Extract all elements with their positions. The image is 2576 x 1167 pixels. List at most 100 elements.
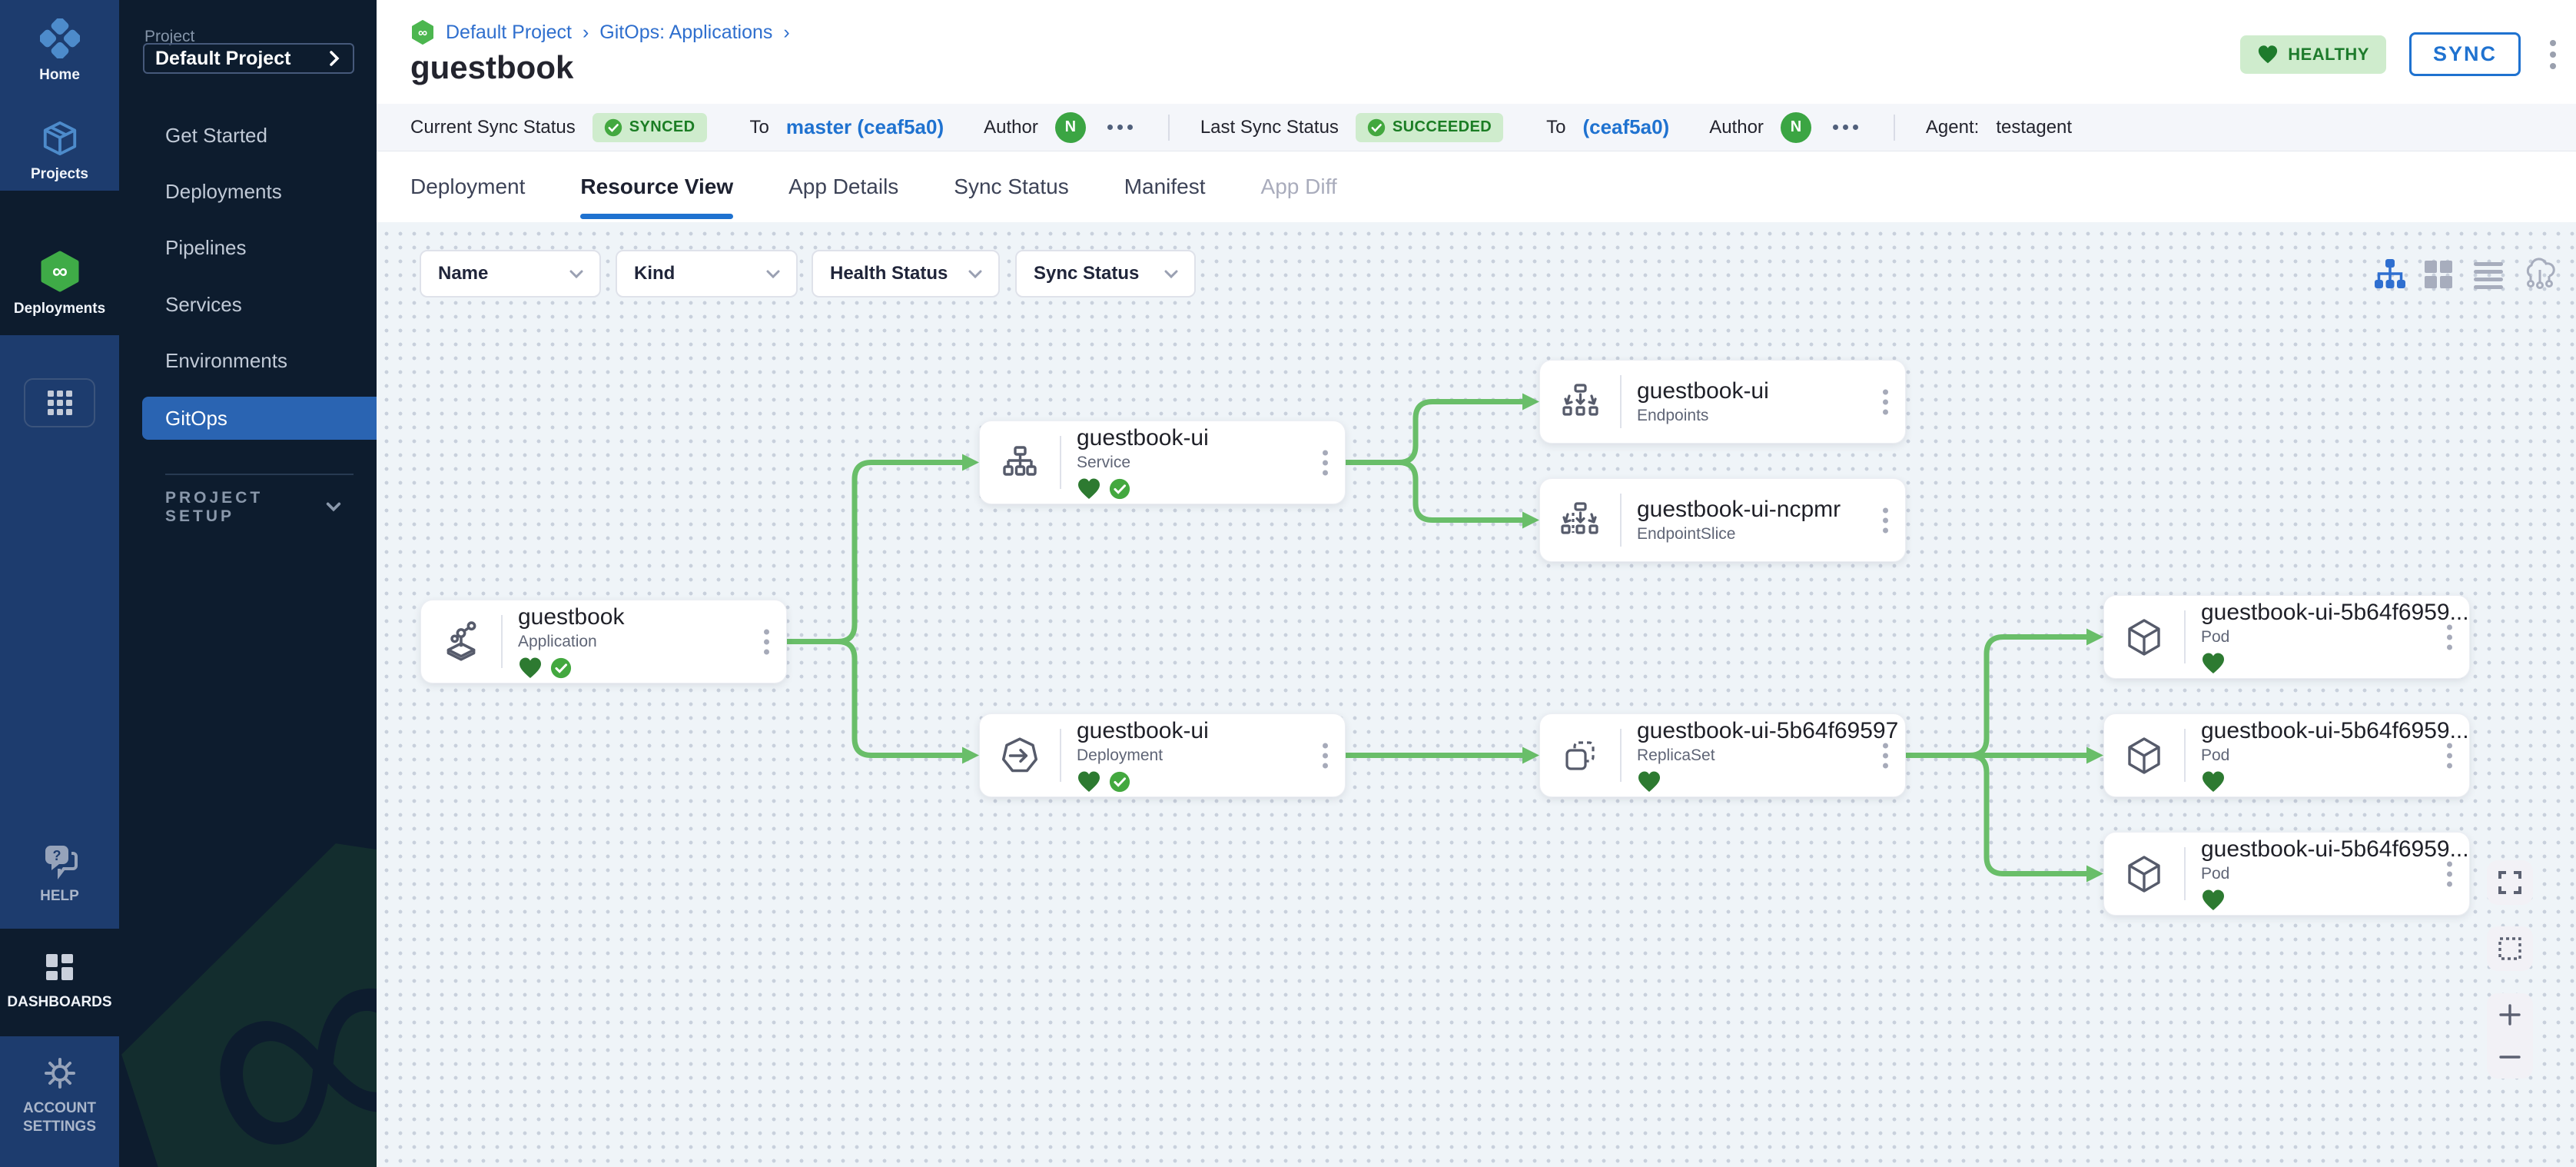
tab-app-details[interactable]: App Details [788, 151, 898, 222]
node-pod-2[interactable]: guestbook-ui-5b64f6959... Pod [2103, 713, 2470, 797]
node-menu-kebab[interactable] [2442, 738, 2457, 773]
node-title: guestbook-ui-5b64f6959... [2201, 836, 2469, 862]
rail-item-deployments[interactable]: ∞ Deployments [0, 251, 119, 318]
sidebar-item-deployments[interactable]: Deployments [119, 170, 377, 213]
node-menu-kebab[interactable] [1318, 445, 1333, 480]
node-kind: Pod [2201, 865, 2469, 883]
breadcrumb-link-gitops-applications[interactable]: GitOps: Applications [599, 22, 772, 44]
project-selector-value: Default Project [155, 48, 290, 70]
main-content: ∞ Default Project › GitOps: Applications… [377, 0, 2576, 1167]
rail-item-help[interactable]: ? HELP [0, 843, 119, 906]
health-status-label: HEALTHY [2288, 45, 2369, 65]
author-avatar[interactable]: N [1781, 112, 1811, 143]
sync-button[interactable]: SYNC [2409, 32, 2521, 76]
last-sync-status-text: SUCCEEDED [1393, 118, 1492, 136]
view-toggle-cluster[interactable] [2521, 256, 2558, 293]
author-label: Author [1709, 117, 1764, 138]
tab-deployment[interactable]: Deployment [410, 151, 525, 222]
node-menu-kebab[interactable] [2442, 620, 2457, 654]
chevron-down-icon [569, 269, 584, 279]
sidebar-item-environments[interactable]: Environments [119, 339, 377, 382]
pod-icon [2124, 736, 2164, 776]
tab-resource-view[interactable]: Resource View [580, 151, 733, 222]
filter-health-status-dropdown[interactable]: Health Status [812, 250, 1000, 298]
node-badges [1637, 770, 1905, 793]
author-label: Author [984, 117, 1038, 138]
project-setup-toggle[interactable]: PROJECT SETUP [165, 489, 342, 526]
breadcrumb-link-default-project[interactable]: Default Project [446, 22, 572, 44]
selection-zoom-button[interactable] [2487, 926, 2533, 971]
node-kind: Endpoints [1637, 407, 1905, 425]
node-menu-kebab[interactable] [1878, 503, 1893, 537]
project-selector[interactable]: Default Project [143, 43, 354, 74]
pod-icon [2124, 854, 2164, 894]
node-menu-kebab[interactable] [2442, 856, 2457, 891]
author-avatar[interactable]: N [1055, 112, 1086, 143]
zoom-out-button[interactable] [2487, 1036, 2533, 1078]
sidebar-item-gitops[interactable]: GitOps [142, 397, 377, 440]
minus-icon [2498, 1046, 2521, 1069]
page-header: ∞ Default Project › GitOps: Applications… [377, 0, 2576, 104]
node-replicaset-guestbook-ui-5b64f69597[interactable]: guestbook-ui-5b64f69597 ReplicaSet [1539, 713, 1906, 797]
node-pod-3[interactable]: guestbook-ui-5b64f6959... Pod [2103, 832, 2470, 916]
filter-sync-status-dropdown[interactable]: Sync Status [1015, 250, 1196, 298]
module-grid-icon [45, 387, 75, 418]
current-revision-link[interactable]: master (ceaf5a0) [786, 115, 944, 139]
node-kind: Pod [2201, 746, 2469, 765]
view-toggle-grid[interactable] [2420, 256, 2457, 293]
app-menu-kebab[interactable] [2544, 37, 2562, 72]
sidebar-item-label: Pipelines [165, 236, 247, 260]
filter-kind-dropdown[interactable]: Kind [616, 250, 798, 298]
rail-item-home[interactable]: Home [0, 18, 119, 85]
tab-manifest[interactable]: Manifest [1124, 151, 1206, 222]
rail-item-label: HELP [40, 887, 79, 906]
agent-value: testagent [1996, 117, 2072, 138]
node-title: guestbook-ui-5b64f69597 [1637, 718, 1905, 743]
sidebar-item-get-started[interactable]: Get Started [119, 114, 377, 157]
node-endpointslice-guestbook-ui-ncpmr[interactable]: guestbook-ui-ncpmr EndpointSlice [1539, 478, 1906, 562]
last-revision-link[interactable]: (ceaf5a0) [1582, 115, 1669, 139]
rail-item-projects[interactable]: Projects [0, 119, 119, 184]
svg-text:∞: ∞ [418, 25, 427, 40]
node-title: guestbook-ui [1077, 718, 1345, 743]
node-title: guestbook-ui-5b64f6959... [2201, 600, 2469, 625]
node-application-guestbook[interactable]: guestbook Application [420, 600, 787, 683]
sidebar-item-pipelines[interactable]: Pipelines [119, 226, 377, 269]
node-menu-kebab[interactable] [1878, 384, 1893, 419]
current-sync-label: Current Sync Status [410, 117, 576, 138]
rail-item-account-settings[interactable]: ACCOUNT SETTINGS [0, 1055, 119, 1136]
to-label: To [750, 117, 769, 138]
app-tabs: Deployment Resource View App Details Syn… [377, 151, 2576, 222]
node-menu-kebab[interactable] [1878, 738, 1893, 773]
node-menu-kebab[interactable] [759, 624, 774, 659]
rail-item-label: ACCOUNT SETTINGS [14, 1099, 106, 1136]
fullscreen-icon [2497, 869, 2523, 896]
resource-tree-canvas[interactable]: Name Kind Health Status Sync Status [377, 222, 2576, 1167]
tab-sync-status[interactable]: Sync Status [954, 151, 1068, 222]
fullscreen-button[interactable] [2487, 860, 2533, 905]
healthy-heart-icon [2201, 889, 2226, 912]
module-picker-button[interactable] [24, 378, 95, 427]
rail-item-dashboards[interactable]: DASHBOARDS [0, 950, 119, 1012]
node-menu-kebab[interactable] [1318, 738, 1333, 773]
zoom-in-button[interactable] [2487, 994, 2533, 1036]
commit-details-kebab[interactable] [1828, 120, 1863, 135]
node-endpoints-guestbook-ui[interactable]: guestbook-ui Endpoints [1539, 360, 1906, 444]
filter-label: Name [438, 263, 488, 284]
grid-view-icon [2422, 258, 2455, 291]
node-deployment-guestbook-ui[interactable]: guestbook-ui Deployment [979, 713, 1346, 797]
sidebar-item-services[interactable]: Services [119, 283, 377, 326]
dashboards-icon [42, 950, 78, 986]
node-pod-1[interactable]: guestbook-ui-5b64f6959... Pod [2103, 595, 2470, 679]
commit-details-kebab[interactable] [1103, 120, 1137, 135]
chevron-down-icon [765, 269, 781, 279]
view-toggle-list[interactable] [2470, 256, 2507, 293]
resource-tree-edges [377, 222, 2576, 1167]
check-circle-icon [1367, 118, 1386, 137]
chevron-down-icon [968, 269, 983, 279]
node-service-guestbook-ui[interactable]: guestbook-ui Service [979, 421, 1346, 504]
sidebar-item-label: GitOps [165, 407, 227, 431]
node-kind: Service [1077, 454, 1345, 472]
filter-name-dropdown[interactable]: Name [420, 250, 601, 298]
view-toggle-tree[interactable] [2372, 256, 2408, 293]
